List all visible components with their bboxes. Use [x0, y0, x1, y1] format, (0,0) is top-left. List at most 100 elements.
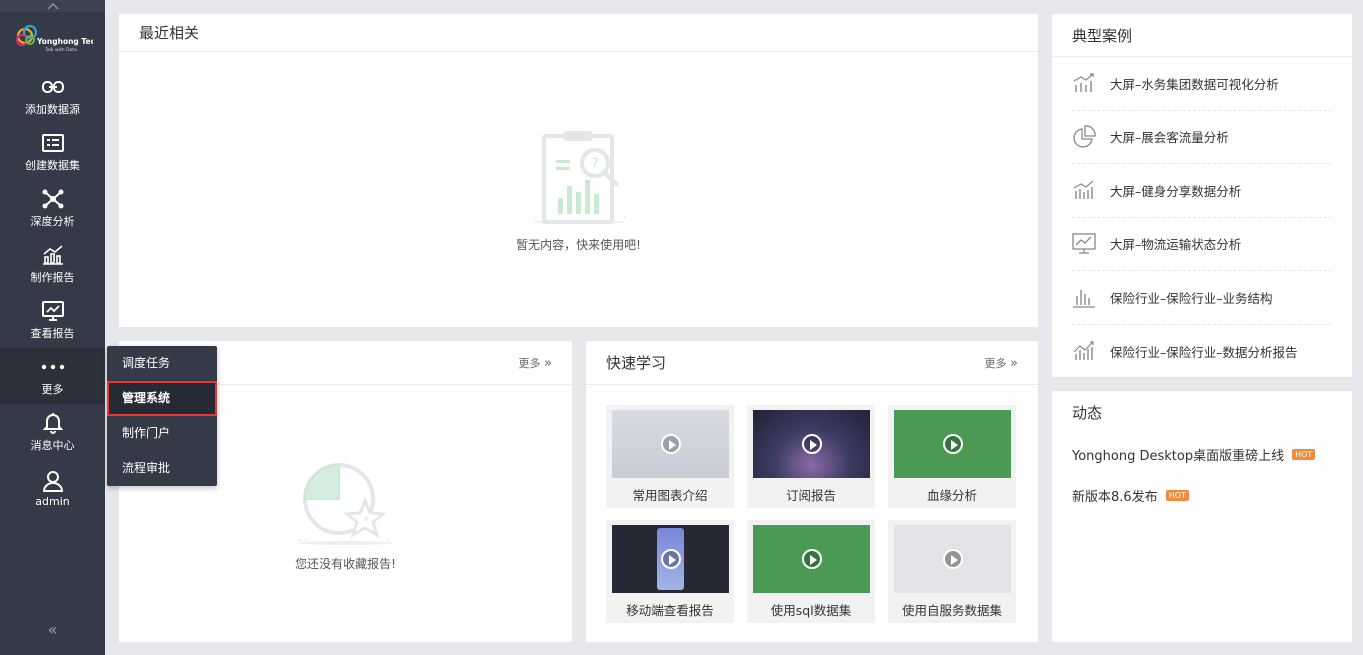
- video-thumbnail: [612, 525, 729, 593]
- menu-item-admin-system[interactable]: 管理系统: [107, 381, 217, 416]
- monitor-chart-icon: [41, 299, 64, 323]
- video-thumbnail: [753, 410, 870, 478]
- video-label: 移动端查看报告: [626, 603, 714, 618]
- double-chevron-right-icon: »: [1010, 355, 1018, 371]
- recent-title: 最近相关: [139, 24, 200, 42]
- recent-panel-header: 最近相关: [119, 14, 1038, 52]
- play-icon: [942, 434, 963, 454]
- news-label: Yonghong Desktop桌面版重磅上线: [1072, 449, 1285, 464]
- svg-text:?: ?: [591, 156, 598, 172]
- yonghong-logo: Yonghong Tech Talk with Data: [15, 24, 93, 53]
- typical-cases-header: 典型案例: [1052, 14, 1352, 57]
- news-label: 新版本8.6发布: [1072, 490, 1158, 505]
- case-item[interactable]: 保险行业–保险行业–业务结构: [1072, 271, 1332, 325]
- news-header: 动态: [1052, 391, 1352, 434]
- video-thumbnail: [894, 525, 1011, 593]
- case-label: 保险行业–保险行业–数据分析报告: [1110, 344, 1298, 360]
- sidebar-item-more[interactable]: 更多: [0, 348, 105, 404]
- case-item[interactable]: 保险行业–保险行业–数据分析报告: [1072, 325, 1332, 379]
- sidebar-item-label: admin: [35, 494, 70, 508]
- sidebar-item-user[interactable]: admin: [0, 460, 105, 516]
- bar-chart-icon: [1072, 285, 1096, 309]
- sidebar-item-label: 创建数据集: [25, 159, 80, 172]
- play-icon: [660, 549, 681, 569]
- more-label: 更多: [518, 356, 541, 370]
- sidebar-item-label: 深度分析: [30, 215, 75, 228]
- video-card[interactable]: 常用图表介绍: [606, 405, 734, 508]
- video-card[interactable]: 使用自服务数据集: [888, 520, 1016, 623]
- case-item[interactable]: 大屏–水务集团数据可视化分析: [1072, 57, 1332, 111]
- video-label: 血缘分析: [926, 488, 977, 503]
- recent-empty-state: ? 暂无内容，快来使用吧!: [119, 130, 1038, 253]
- favorites-more-link[interactable]: 更多 »: [519, 355, 552, 371]
- sidebar-item-deep-analysis[interactable]: 深度分析: [0, 180, 105, 236]
- video-thumbnail: [894, 410, 1011, 478]
- case-label: 保险行业–保险行业–业务结构: [1110, 290, 1273, 306]
- empty-clipboard-icon: ?: [532, 131, 626, 224]
- video-card[interactable]: 血缘分析: [888, 405, 1016, 508]
- case-list: 大屏–水务集团数据可视化分析 大屏–展会客流量分析 大屏–健身分享数据分析 大屏…: [1052, 57, 1352, 378]
- menu-item-workflow-approval[interactable]: 流程审批: [107, 451, 217, 486]
- collapse-sidebar-button[interactable]: «: [0, 620, 105, 639]
- quick-learn-panel-header: 快速学习 更多 »: [586, 341, 1038, 385]
- empty-favorites-icon: +: [297, 463, 394, 545]
- news-title: 动态: [1072, 404, 1103, 422]
- news-item[interactable]: 新版本8.6发布 HOT: [1052, 475, 1352, 516]
- recent-empty-text: 暂无内容，快来使用吧!: [516, 238, 641, 252]
- video-grid: 常用图表介绍 订阅报告 血缘分析 移动端查看报告 使用sql数据集 使用自服务数…: [606, 405, 1018, 623]
- video-thumbnail: [612, 410, 729, 478]
- monitor-chart-icon: [1072, 232, 1096, 256]
- double-chevron-right-icon: »: [544, 355, 552, 371]
- more-label: 更多: [984, 356, 1007, 370]
- sidebar-item-label: 添加数据源: [25, 103, 80, 116]
- user-icon: [42, 469, 64, 493]
- video-label: 订阅报告: [785, 488, 836, 503]
- sidebar-item-create-dataset[interactable]: 创建数据集: [0, 124, 105, 180]
- video-label: 常用图表介绍: [632, 488, 708, 503]
- hot-badge: HOT: [1292, 449, 1316, 460]
- brand-tagline: Talk with Data: [44, 47, 77, 53]
- sidebar-item-view-report[interactable]: 查看报告: [0, 292, 105, 348]
- trend-bar-icon: [1072, 178, 1096, 202]
- news-item[interactable]: Yonghong Desktop桌面版重磅上线 HOT: [1052, 434, 1352, 475]
- video-card[interactable]: 移动端查看报告: [606, 520, 734, 623]
- sidebar-item-label: 更多: [41, 383, 64, 396]
- chevron-up-icon: [47, 2, 58, 9]
- quick-learn-more-link[interactable]: 更多 »: [985, 355, 1018, 371]
- bell-icon: [42, 411, 63, 435]
- brand-logo[interactable]: Yonghong Tech Talk with Data: [0, 12, 105, 68]
- case-label: 大屏–物流运输状态分析: [1110, 237, 1242, 253]
- quick-learn-title: 快速学习: [606, 354, 667, 372]
- menu-item-make-portal[interactable]: 制作门户: [107, 416, 217, 451]
- scroll-up-button[interactable]: [0, 0, 105, 12]
- play-icon: [801, 549, 822, 569]
- pie-chart-icon: [1072, 125, 1096, 149]
- sidebar-item-make-report[interactable]: 制作报告: [0, 236, 105, 292]
- menu-item-schedule-task[interactable]: 调度任务: [107, 346, 217, 381]
- sidebar-item-message-center[interactable]: 消息中心: [0, 404, 105, 460]
- quick-learn-panel: 快速学习 更多 » 常用图表介绍 订阅报告 血缘分析 移动端查看报告 使用sql…: [586, 341, 1038, 642]
- video-label: 使用sql数据集: [770, 603, 852, 618]
- sidebar-item-label: 消息中心: [30, 439, 75, 452]
- link-icon: [41, 75, 64, 99]
- case-label: 大屏–水务集团数据可视化分析: [1110, 76, 1279, 92]
- brand-name: Yonghong Tech: [36, 37, 93, 46]
- case-item[interactable]: 大屏–展会客流量分析: [1072, 111, 1332, 164]
- sidebar-item-label: 查看报告: [30, 327, 75, 340]
- trend-bar-icon: [1072, 71, 1096, 95]
- video-label: 使用自服务数据集: [901, 603, 1002, 618]
- video-card[interactable]: 订阅报告: [747, 405, 875, 508]
- typical-cases-title: 典型案例: [1072, 26, 1133, 45]
- video-thumbnail: [753, 525, 870, 593]
- play-icon: [942, 549, 963, 569]
- sidebar-item-add-datasource[interactable]: 添加数据源: [0, 68, 105, 124]
- favorites-empty-text: 您还没有收藏报告!: [295, 557, 396, 571]
- case-item[interactable]: 大屏–健身分享数据分析: [1072, 164, 1332, 218]
- more-popup-menu: 调度任务 管理系统 制作门户 流程审批: [107, 346, 217, 486]
- video-card[interactable]: 使用sql数据集: [747, 520, 875, 623]
- play-icon: [660, 434, 681, 454]
- case-item[interactable]: 大屏–物流运输状态分析: [1072, 218, 1332, 271]
- news-panel: 动态 Yonghong Desktop桌面版重磅上线 HOT 新版本8.6发布 …: [1052, 391, 1352, 642]
- typical-cases-panel: 典型案例 大屏–水务集团数据可视化分析 大屏–展会客流量分析 大屏–健身分享数据…: [1052, 14, 1352, 377]
- trend-bar-icon: [1072, 339, 1096, 363]
